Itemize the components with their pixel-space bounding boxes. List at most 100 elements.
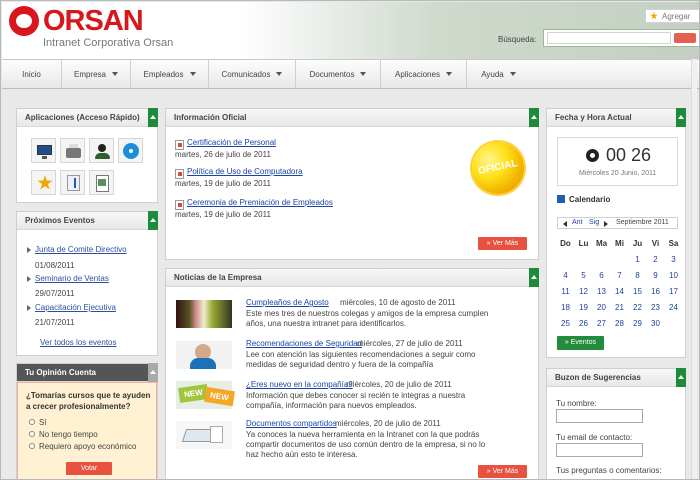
search-button[interactable]	[674, 33, 696, 43]
vote-button[interactable]: Votar	[66, 462, 112, 475]
nav-documentos[interactable]: Documentos	[295, 60, 380, 89]
calendar-day[interactable]: 2	[647, 253, 664, 266]
nav-label: Empresa	[73, 70, 106, 79]
calendar-day[interactable]: 3	[665, 253, 682, 266]
suggestions-title-text: Buzon de Sugerencias	[555, 373, 641, 382]
collapse-icon[interactable]	[148, 363, 158, 382]
calendar-day[interactable]: 4	[557, 269, 574, 282]
calendar-title: Calendario	[569, 195, 611, 204]
star-icon	[650, 12, 658, 20]
news-title-link[interactable]: Documentos compartidos	[246, 419, 337, 428]
document-icon[interactable]	[89, 170, 114, 195]
calendar-day[interactable]: 25	[557, 317, 574, 330]
calendar-day[interactable]: 15	[629, 285, 646, 298]
news-title-link[interactable]: Cumpleaños de Agosto	[246, 298, 329, 307]
calendar-day[interactable]: 29	[629, 317, 646, 330]
chevron-down-icon	[276, 72, 283, 76]
calendar-day[interactable]: 20	[593, 301, 610, 314]
calendar-icon	[557, 195, 565, 203]
all-events-link[interactable]: Ver todos los eventos	[40, 338, 117, 347]
star-icon[interactable]	[31, 170, 56, 195]
calendar-day[interactable]: 14	[611, 285, 628, 298]
monitor-icon[interactable]	[31, 138, 56, 163]
calendar-day[interactable]: 17	[665, 285, 682, 298]
calendar-day[interactable]: 21	[611, 301, 628, 314]
news-more-button[interactable]: » Ver Más	[478, 465, 527, 478]
collapse-icon[interactable]	[676, 108, 686, 127]
official-link[interactable]: Certificación de Personal	[187, 138, 276, 147]
document-icon	[175, 140, 184, 150]
calendar-day[interactable]: 5	[575, 269, 592, 282]
calendar-day[interactable]: 12	[575, 285, 592, 298]
user-icon[interactable]	[89, 138, 114, 163]
calendar-day[interactable]: 18	[557, 301, 574, 314]
calendar-day[interactable]: 23	[647, 301, 664, 314]
nav-ayuda[interactable]: Ayuda	[466, 60, 530, 89]
security-news-image	[176, 341, 232, 369]
official-link[interactable]: Política de Uso de Computadora	[187, 167, 303, 176]
news-title-link[interactable]: Recomendaciones de Seguridad	[246, 339, 362, 348]
search-box[interactable]	[543, 29, 699, 47]
calendar-day[interactable]: 26	[575, 317, 592, 330]
nav-empresa[interactable]: Empresa	[61, 60, 130, 89]
collapse-icon[interactable]	[676, 368, 686, 387]
poll-radio[interactable]	[29, 419, 35, 425]
calendar-day[interactable]: 7	[611, 269, 628, 282]
name-input[interactable]	[556, 409, 643, 423]
calendar-day-header: Do	[560, 239, 571, 248]
calendar-day[interactable]: 27	[593, 317, 610, 330]
news-title-link[interactable]: ¿Eres nuevo en la compañía?	[246, 380, 353, 389]
calendar-day[interactable]: 22	[629, 301, 646, 314]
new-employee-news-image: NEW NEW	[176, 381, 235, 409]
next-month-icon[interactable]	[604, 221, 608, 227]
search-input[interactable]	[547, 32, 671, 44]
calendar-day[interactable]: 24	[665, 301, 682, 314]
nav-inicio[interactable]: Inicio	[2, 60, 61, 89]
collapse-icon[interactable]	[529, 268, 539, 287]
calendar-day[interactable]: 8	[629, 269, 646, 282]
calendar-day[interactable]: 10	[665, 269, 682, 282]
event-link[interactable]: Seminario de Ventas	[35, 274, 109, 283]
disc-icon[interactable]	[118, 138, 143, 163]
poll-title: Tu Opinión Cuenta	[17, 363, 158, 382]
nav-comunicados[interactable]: Comunicados	[208, 60, 295, 89]
favorite-add-button[interactable]: Agregar	[645, 9, 699, 23]
next-month-link[interactable]: Sig	[589, 219, 599, 226]
email-input[interactable]	[556, 443, 643, 457]
previous-month-link[interactable]: Ant	[572, 219, 583, 226]
calendar-day[interactable]: 11	[557, 285, 574, 298]
collapse-icon[interactable]	[148, 211, 158, 230]
shredder-icon[interactable]	[60, 138, 85, 163]
nav-empleados[interactable]: Empleados	[130, 60, 208, 89]
nav-label: Documentos	[309, 70, 355, 79]
event-link[interactable]: Junta de Comite Directivo	[35, 245, 127, 254]
calendar-day[interactable]: 13	[593, 285, 610, 298]
previous-month-icon[interactable]	[563, 221, 567, 227]
poll-radio[interactable]	[29, 443, 35, 449]
suggestions-title: Buzon de Sugerencias	[547, 368, 686, 387]
calendar-day[interactable]: 30	[647, 317, 664, 330]
poll-panel: Tu Opinión Cuenta ¿Tomarías cursos que t…	[16, 363, 158, 479]
events-panel: Próximos Eventos Junta de Comite Directi…	[16, 211, 158, 356]
music-icon[interactable]	[60, 170, 85, 195]
official-link[interactable]: Ceremonia de Premiación de Empleados	[187, 198, 333, 207]
official-title: Información Oficial	[166, 108, 539, 127]
event-link[interactable]: Capacitación Ejecutiva	[35, 303, 116, 312]
official-more-button[interactable]: » Ver Más	[478, 237, 527, 250]
events-button[interactable]: » Eventos	[557, 336, 604, 350]
chevron-down-icon	[189, 72, 196, 76]
calendar-day[interactable]: 9	[647, 269, 664, 282]
news-description: Este mes tres de nuestros colegas y amig…	[246, 309, 489, 328]
poll-radio[interactable]	[29, 431, 35, 437]
calendar-day[interactable]: 6	[593, 269, 610, 282]
calendar-day[interactable]: 1	[629, 253, 646, 266]
nav-aplicaciones[interactable]: Aplicaciones	[380, 60, 466, 89]
collapse-icon[interactable]	[148, 108, 158, 127]
calendar-day[interactable]: 16	[647, 285, 664, 298]
vertical-scrollbar[interactable]	[691, 59, 697, 479]
nav-label: Inicio	[22, 70, 41, 79]
calendar-day[interactable]: 19	[575, 301, 592, 314]
collapse-icon[interactable]	[529, 108, 539, 127]
event-date: 21/07/2011	[35, 318, 75, 327]
calendar-day[interactable]: 28	[611, 317, 628, 330]
